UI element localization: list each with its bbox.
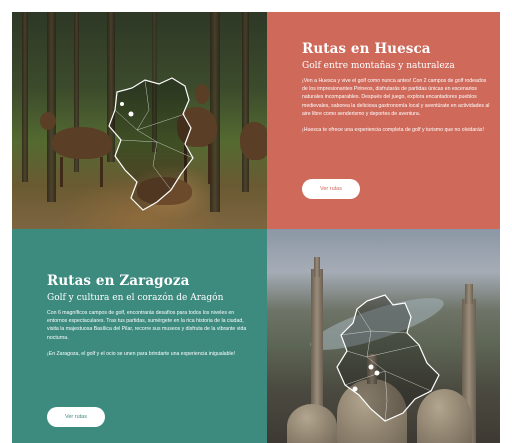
zaragoza-panel: Rutas en Zaragoza Golf y cultura en el c…	[12, 229, 267, 443]
huesca-panel: Rutas en Huesca Golf entre montañas y na…	[267, 12, 500, 229]
huesca-description: ¡Ven a Huesca y vive el golf como nunca …	[302, 78, 490, 117]
zaragoza-description: Con 6 magníficos campos de golf, encontr…	[47, 310, 247, 341]
huesca-title: Rutas en Huesca	[302, 41, 431, 57]
huesca-view-routes-button[interactable]: Ver rutas	[302, 179, 360, 199]
zaragoza-closing: ¡En Zaragoza, el golf y el ocio se unen …	[47, 350, 236, 357]
huesca-closing: ¡Huesca te ofrece una experiencia comple…	[302, 127, 484, 134]
huesca-photo	[12, 12, 267, 229]
zaragoza-subtitle: Golf y cultura en el corazón de Aragón	[47, 293, 224, 303]
zaragoza-photo	[267, 229, 500, 443]
routes-grid: Rutas en Huesca Golf entre montañas y na…	[12, 12, 500, 443]
huesca-subtitle: Golf entre montañas y naturaleza	[302, 61, 455, 71]
zaragoza-view-routes-button[interactable]: Ver rutas	[47, 407, 105, 427]
zaragoza-title: Rutas en Zaragoza	[47, 273, 190, 289]
